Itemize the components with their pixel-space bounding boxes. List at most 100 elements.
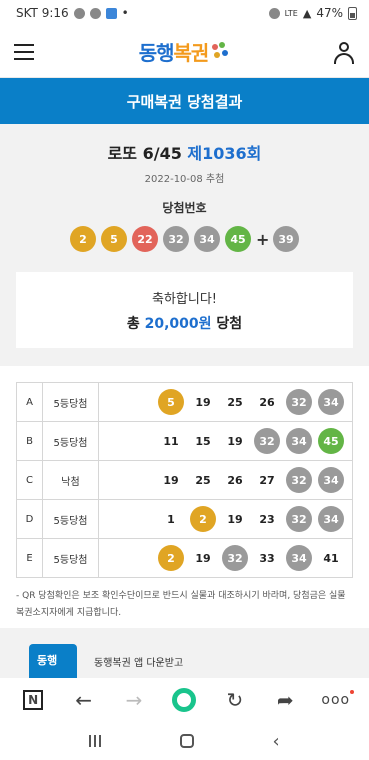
ticket-number: 23: [259, 512, 275, 526]
logo[interactable]: 동행복권: [139, 37, 229, 66]
matched-number-ball: 45: [318, 428, 344, 454]
round-number: 제1036회: [187, 144, 262, 163]
ticket-number: 1: [167, 512, 175, 526]
ticket-table-wrap: A 5등당첨 5 19 25 26 32 34 B 5등당첨 11 15 19 32 34 45 C 낙첨 19 25…: [0, 366, 369, 578]
matched-number-ball: 2: [158, 545, 184, 571]
total-prefix: 총: [126, 315, 140, 332]
matched-number-ball: 32: [222, 545, 248, 571]
winning-ball: 2: [70, 226, 96, 252]
share-icon[interactable]: ➦: [273, 688, 297, 712]
matched-number-ball: 32: [286, 467, 312, 493]
row-result: 낙첨: [42, 460, 99, 500]
home-icon[interactable]: [179, 734, 194, 748]
prize-box: 축하합니다! 총 20,000원 당첨: [16, 272, 353, 348]
android-nav-bar: ‹: [0, 722, 369, 760]
row-label: E: [16, 538, 43, 578]
ticket-number: 15: [195, 434, 211, 448]
ticket-number: 19: [227, 512, 243, 526]
ticket-number: 27: [259, 473, 275, 487]
logo-text-1: 동행: [138, 41, 175, 65]
row-label: D: [16, 499, 43, 539]
ticket-number: 25: [195, 473, 211, 487]
naver-home-button[interactable]: N: [21, 688, 45, 712]
matched-number-ball: 32: [286, 389, 312, 415]
home-circle-icon[interactable]: [172, 688, 197, 712]
winning-ball: 45: [225, 226, 251, 252]
app-download-banner[interactable]: 동행 동행복권 앱 다운받고: [0, 628, 369, 678]
recent-apps-icon[interactable]: [89, 735, 102, 747]
prize-amount: 20,000원: [144, 315, 212, 332]
network-label: LTE: [284, 8, 298, 18]
refresh-icon[interactable]: ↻: [223, 688, 247, 712]
ticket-table: A 5등당첨 5 19 25 26 32 34 B 5등당첨 11 15 19 32 34 45 C 낙첨 19 25…: [16, 382, 353, 578]
back-icon[interactable]: ‹: [272, 731, 279, 752]
game-name: 로또 6/45: [107, 144, 182, 163]
winning-ball: 5: [101, 226, 127, 252]
round-heading: 로또 6/45 제1036회: [16, 140, 353, 164]
signal-icon: ▲: [302, 6, 312, 20]
n-icon: N: [23, 690, 44, 710]
plus-sign: +: [256, 229, 270, 249]
carrier-time: SKT 9:16: [16, 6, 69, 20]
winning-ball: 22: [132, 226, 158, 252]
matched-number-ball: 34: [286, 545, 312, 571]
row-result: 5등당첨: [42, 382, 99, 422]
row-label: A: [16, 382, 43, 422]
browser-toolbar: N ← → ↻ ➦ ooo: [0, 678, 369, 722]
row-numbers-cell: 2 19 32 33 34 41: [98, 538, 353, 578]
row-label: B: [16, 421, 43, 461]
logo-text-2: 복권: [173, 41, 210, 65]
row-numbers-cell: 19 25 26 27 32 34: [98, 460, 353, 500]
battery-text: 47%: [316, 6, 343, 20]
app-icon: 동행: [29, 644, 77, 678]
draw-result: 로또 6/45 제1036회 2022-10-08 추첨 당첨번호 2 5 22 32…: [0, 124, 369, 366]
ticket-number: 33: [259, 551, 275, 565]
draw-date: 2022-10-08 추첨: [144, 174, 225, 185]
app-download-text: 동행복권 앱 다운받고: [94, 658, 184, 669]
logo-dots-icon: [210, 42, 229, 66]
row-numbers-cell: 11 15 19 32 34 45: [98, 421, 353, 461]
forward-arrow-icon[interactable]: →: [122, 688, 146, 712]
total-prize: 총 20,000원 당첨: [127, 313, 242, 333]
row-numbers-cell: 1 2 19 23 32 34: [98, 499, 353, 539]
ticket-number: 19: [195, 551, 211, 565]
winning-ball: 32: [163, 226, 189, 252]
app-notification-icon: [105, 7, 117, 19]
more-menu-icon[interactable]: ooo: [321, 688, 354, 712]
hamburger-icon[interactable]: [14, 43, 34, 60]
matched-number-ball: 34: [318, 506, 344, 532]
bonus-ball: 39: [273, 226, 299, 252]
ticket-number: 19: [163, 473, 179, 487]
ticket-row: A 5등당첨 5 19 25 26 32 34: [16, 382, 353, 422]
row-numbers-cell: 5 19 25 26 32 34: [98, 382, 353, 422]
ticket-number: 41: [323, 551, 339, 565]
winning-numbers-label: 당첨번호: [162, 201, 207, 215]
status-bar: SKT 9:16 • LTE ▲ 47%: [0, 0, 369, 26]
notification-icon: [73, 7, 85, 19]
notification-icon: [89, 7, 101, 19]
winning-numbers: 2 5 22 32 34 45 +39: [16, 226, 353, 252]
ticket-row: B 5등당첨 11 15 19 32 34 45: [16, 421, 353, 461]
ticket-number: 25: [227, 395, 243, 409]
ticket-number: 19: [227, 434, 243, 448]
ticket-number: 26: [259, 395, 275, 409]
battery-icon: [348, 6, 357, 20]
back-arrow-icon[interactable]: ←: [72, 688, 96, 712]
matched-number-ball: 2: [190, 506, 216, 532]
matched-number-ball: 34: [318, 467, 344, 493]
user-icon[interactable]: [333, 41, 355, 64]
winning-ball: 34: [194, 226, 220, 252]
row-label: C: [16, 460, 43, 500]
notification-dot: •: [121, 6, 129, 20]
ticket-number: 19: [195, 395, 211, 409]
ticket-number: 26: [227, 473, 243, 487]
ticket-row: E 5등당첨 2 19 32 33 34 41: [16, 538, 353, 578]
ticket-row: C 낙첨 19 25 26 27 32 34: [16, 460, 353, 500]
matched-number-ball: 34: [286, 428, 312, 454]
alarm-icon: [268, 7, 280, 19]
matched-number-ball: 32: [254, 428, 280, 454]
qr-notice: - QR 당첨확인은 보조 확인수단이므로 반드시 실물과 대조하시기 바라며,…: [16, 591, 346, 618]
matched-number-ball: 5: [158, 389, 184, 415]
ticket-row: D 5등당첨 1 2 19 23 32 34: [16, 499, 353, 539]
row-result: 5등당첨: [42, 499, 99, 539]
